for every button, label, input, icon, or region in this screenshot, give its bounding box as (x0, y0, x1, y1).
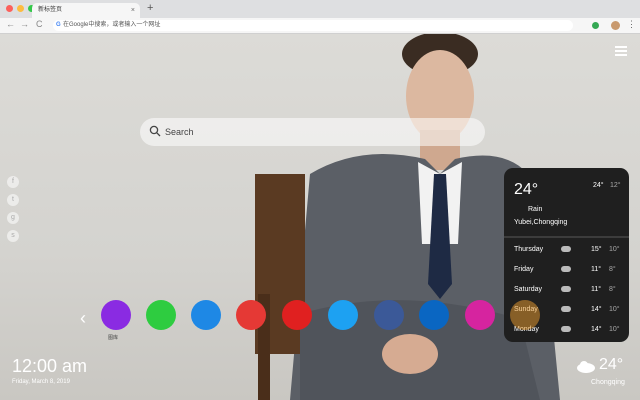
weather-temp: 24° (514, 181, 539, 198)
search-icon (149, 125, 161, 137)
checklist-icon[interactable] (146, 300, 176, 330)
new-tab-page: Search f t g s 24° 24° 12° Rain Yubei,Ch… (0, 34, 640, 400)
address-bar: ← → C G 在Google中搜索，或者输入一个网址 ⋮ (0, 18, 640, 34)
forecast-high: 14° (591, 326, 602, 333)
twitter-icon[interactable]: t (7, 194, 19, 206)
facebook-icon[interactable]: f (7, 176, 19, 188)
weather-location: Yubei,Chongqing (514, 219, 568, 226)
cloud-icon (561, 306, 571, 312)
gallery-label: 图库 (108, 335, 119, 341)
youtube-icon[interactable] (282, 300, 312, 330)
new-tab-button[interactable]: + (147, 2, 153, 14)
forecast-high: 15° (591, 246, 602, 253)
close-window-button[interactable] (6, 5, 13, 12)
amazon-icon[interactable] (510, 300, 540, 330)
profile-avatar[interactable] (611, 21, 620, 30)
hamburger-menu-icon[interactable] (615, 46, 627, 56)
cloud-icon (561, 246, 571, 252)
forecast-low: 10° (609, 246, 620, 253)
tab-close-icon[interactable]: × (131, 3, 135, 18)
share-icon[interactable]: s (7, 230, 19, 242)
twitter-icon[interactable] (328, 300, 358, 330)
google-plus-icon[interactable]: g (7, 212, 19, 224)
bottom-weather-city: Chongqing (591, 379, 625, 386)
cloud-icon (561, 266, 571, 272)
reload-icon[interactable]: C (36, 19, 43, 29)
cloud-icon (561, 286, 571, 292)
notes-icon[interactable] (191, 300, 221, 330)
weather-low: 12° (610, 182, 621, 189)
dock-prev-icon[interactable]: ‹ (80, 308, 86, 329)
clock-time: 12:00 am (12, 356, 88, 376)
weather-high: 24° (593, 182, 604, 189)
forecast-row: Saturday 11° 8° (514, 280, 624, 300)
linkedin-icon[interactable] (419, 300, 449, 330)
search-bar[interactable]: Search (140, 118, 485, 146)
window-controls (6, 5, 35, 12)
forecast-day: Friday (514, 266, 534, 273)
omnibox-placeholder: 在Google中搜索，或者输入一个网址 (63, 22, 161, 28)
browser-menu-icon[interactable]: ⋮ (627, 19, 636, 30)
forecast-day: Thursday (514, 246, 544, 253)
browser-tab[interactable]: 新标签页 × (32, 3, 140, 18)
omnibox[interactable]: G 在Google中搜索，或者输入一个网址 (53, 20, 573, 31)
instagram-icon[interactable] (465, 300, 495, 330)
tab-bar: 新标签页 × + (0, 0, 640, 18)
forecast-low: 8° (609, 266, 616, 273)
minimize-window-button[interactable] (17, 5, 24, 12)
forecast-high: 14° (591, 306, 602, 313)
google-icon: G (56, 22, 61, 28)
gallery-icon[interactable] (101, 300, 131, 330)
paint-icon[interactable] (236, 300, 266, 330)
forward-icon[interactable]: → (20, 19, 29, 29)
tab-title: 新标签页 (38, 7, 63, 13)
extension-icon[interactable] (592, 22, 599, 29)
forecast-low: 8° (609, 286, 616, 293)
forecast-row: Thursday 15° 10° (514, 240, 624, 260)
cloud-icon (561, 326, 571, 332)
forecast-row: Friday 11° 8° (514, 260, 624, 280)
divider (504, 236, 629, 238)
forecast-low: 10° (609, 326, 620, 333)
forecast-high: 11° (591, 286, 602, 293)
search-placeholder: Search (165, 127, 194, 137)
forecast-low: 10° (609, 306, 620, 313)
facebook-icon[interactable] (374, 300, 404, 330)
forecast-high: 11° (591, 266, 602, 273)
weather-condition: Rain (528, 206, 543, 213)
back-icon[interactable]: ← (6, 19, 15, 29)
clock-date: Friday, March 8, 2019 (12, 379, 70, 385)
bottom-weather-temp: 24° (599, 356, 624, 373)
cloud-icon (577, 361, 595, 373)
forecast-day: Saturday (514, 286, 543, 293)
